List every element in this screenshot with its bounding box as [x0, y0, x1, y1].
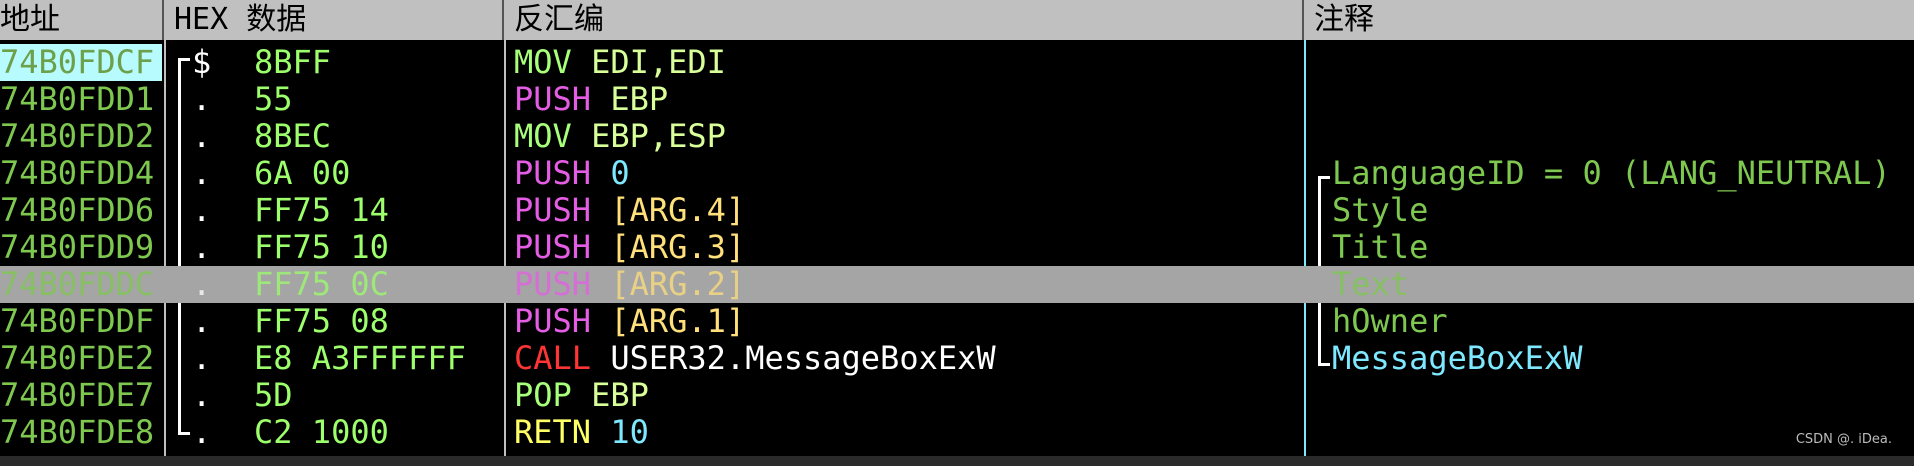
code-row[interactable]: 74B0FDE8 . C2 1000 RETN 10 [0, 414, 1914, 451]
row-hex-bytes: 5D [254, 377, 293, 414]
row-disassembly: PUSH [ARG.3] [514, 229, 1294, 266]
code-row[interactable]: 74B0FDD9 . FF75 10 PUSH [ARG.3] Title [0, 229, 1914, 266]
mnemonic: PUSH [514, 192, 592, 229]
mnemonic: RETN [514, 414, 592, 451]
watermark: CSDN @. iDea. [1795, 432, 1892, 447]
operand: EDI,EDI [591, 44, 726, 81]
row-disassembly: MOV EDI,EDI [514, 44, 1294, 81]
row-hex-bytes: 8BFF [254, 44, 332, 81]
row-comment [1316, 377, 1914, 414]
row-address: 74B0FDE7 [0, 377, 155, 414]
operand: EBP [591, 377, 649, 414]
operand: 0 [610, 155, 630, 192]
row-hex-bytes: 6A 00 [254, 155, 351, 192]
row-hex-bytes: FF75 08 [254, 303, 389, 340]
operand: EBP,ESP [591, 118, 726, 155]
operand: EBP [610, 81, 669, 118]
operand: [ARG.3] [610, 229, 746, 266]
row-disassembly: MOV EBP,ESP [514, 118, 1294, 155]
row-disassembly: RETN 10 [514, 414, 1294, 451]
operand: USER32.MessageBoxExW [610, 340, 996, 377]
mnemonic: PUSH [514, 303, 592, 340]
mnemonic: MOV [514, 44, 572, 81]
hex-column-header[interactable]: HEX 数据 [164, 0, 504, 40]
row-marker: . [192, 303, 212, 340]
row-address: 74B0FDD2 [0, 118, 155, 155]
code-row[interactable]: 74B0FDDF . FF75 08 PUSH [ARG.1] hOwner [0, 303, 1914, 340]
row-comment: Text [1332, 266, 1410, 303]
row-address: 74B0FDDF [0, 303, 155, 340]
row-comment: hOwner [1332, 303, 1448, 340]
row-marker: . [192, 155, 212, 192]
row-comment [1316, 81, 1914, 118]
mnemonic: PUSH [514, 81, 592, 118]
row-address: 74B0FDCF [0, 44, 162, 81]
code-row[interactable]: 74B0FDE2 . E8 A3FFFFFF CALL USER32.Messa… [0, 340, 1914, 377]
row-comment: MessageBoxExW [1332, 340, 1583, 377]
code-row[interactable]: 74B0FDD6 . FF75 14 PUSH [ARG.4] Style [0, 192, 1914, 229]
mnemonic: PUSH [514, 155, 592, 192]
row-marker: . [192, 414, 212, 451]
row-marker: . [192, 340, 212, 377]
row-comment: LanguageID = 0 (LANG_NEUTRAL) [1332, 155, 1891, 192]
code-row[interactable]: 74B0FDD1 . 55 PUSH EBP [0, 81, 1914, 118]
code-row-selected[interactable]: 74B0FDDC . FF75 0C PUSH [ARG.2] Text [0, 266, 1914, 303]
operand: 10 [610, 414, 649, 451]
row-comment: Title [1332, 229, 1429, 266]
row-disassembly: PUSH [ARG.1] [514, 303, 1294, 340]
mnemonic: MOV [514, 118, 572, 155]
operand: [ARG.2] [610, 266, 746, 303]
row-disassembly: PUSH [ARG.2] [514, 266, 1294, 303]
row-disassembly: PUSH 0 [514, 155, 1294, 192]
row-hex-bytes: FF75 0C [254, 266, 389, 303]
row-hex-bytes: FF75 14 [254, 192, 389, 229]
column-header-bar: 地址 HEX 数据 反汇编 注释 [0, 0, 1914, 40]
operand: [ARG.1] [610, 303, 746, 340]
row-marker: . [192, 266, 212, 303]
horizontal-scrollbar[interactable] [0, 456, 1914, 466]
row-marker: . [192, 118, 212, 155]
code-row[interactable]: 74B0FDD2 . 8BEC MOV EBP,ESP [0, 118, 1914, 155]
code-row[interactable]: 74B0FDD4 . 6A 00 PUSH 0 LanguageID = 0 (… [0, 155, 1914, 192]
row-disassembly: PUSH [ARG.4] [514, 192, 1294, 229]
row-marker: . [192, 192, 212, 229]
comment-column-header[interactable]: 注释 [1304, 0, 1914, 40]
mnemonic: PUSH [514, 266, 592, 303]
row-disassembly: PUSH EBP [514, 81, 1294, 118]
row-disassembly: POP EBP [514, 377, 1294, 414]
row-address: 74B0FDD6 [0, 192, 155, 229]
row-hex-bytes: E8 A3FFFFFF [254, 340, 466, 377]
row-address: 74B0FDD1 [0, 81, 155, 118]
row-hex-bytes: 55 [254, 81, 293, 118]
row-disassembly: CALL USER32.MessageBoxExW [514, 340, 1294, 377]
row-address: 74B0FDD9 [0, 229, 155, 266]
row-address: 74B0FDD4 [0, 155, 155, 192]
row-marker: . [192, 229, 212, 266]
row-address: 74B0FDE8 [0, 414, 155, 451]
row-comment [1316, 118, 1914, 155]
row-comment: Style [1332, 192, 1429, 229]
operand: [ARG.4] [610, 192, 746, 229]
row-address: 74B0FDE2 [0, 340, 155, 377]
disassembly-column-header[interactable]: 反汇编 [504, 0, 1304, 40]
mnemonic: POP [514, 377, 572, 414]
row-hex-bytes: FF75 10 [254, 229, 389, 266]
mnemonic: PUSH [514, 229, 592, 266]
code-row[interactable]: 74B0FDE7 . 5D POP EBP [0, 377, 1914, 414]
row-marker: . [192, 81, 212, 118]
row-address: 74B0FDDC [0, 266, 155, 303]
row-comment [1316, 44, 1914, 81]
row-marker: . [192, 377, 212, 414]
row-hex-bytes: 8BEC [254, 118, 332, 155]
mnemonic: CALL [514, 340, 592, 377]
row-marker: $ [192, 44, 212, 81]
row-hex-bytes: C2 1000 [254, 414, 389, 451]
code-row[interactable]: 74B0FDCF $ 8BFF MOV EDI,EDI [0, 44, 1914, 81]
address-column-header[interactable]: 地址 [0, 0, 164, 40]
